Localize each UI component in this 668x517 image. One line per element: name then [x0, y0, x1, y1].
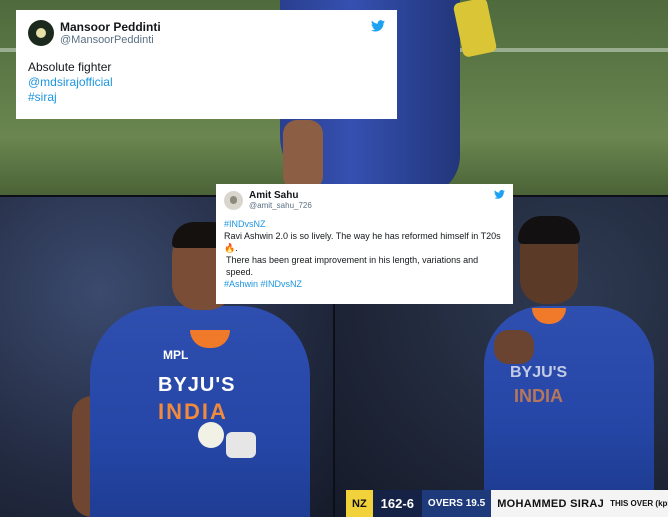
tweet-author-handle[interactable]: @amit_sahu_726: [249, 201, 312, 210]
tweet-body: #INDvsNZ Ravi Ashwin 2.0 is so lively. T…: [224, 218, 505, 290]
batting-team: NZ: [346, 490, 373, 517]
bowler-panel: MOHAMMED SIRAJ THIS OVER (kph): [491, 490, 668, 517]
jersey-country: INDIA: [158, 399, 228, 424]
tweet-hashtag-link[interactable]: #siraj: [28, 90, 385, 105]
tweet-header: Amit Sahu @amit_sahu_726: [224, 190, 505, 210]
tweet-author-name[interactable]: Amit Sahu: [249, 190, 312, 201]
tweet-header: Mansoor Peddinti @MansoorPeddinti: [28, 20, 385, 46]
cricket-ball: [198, 422, 224, 448]
this-over-label: THIS OVER (kph): [610, 499, 668, 508]
tweet-card-mansoor[interactable]: Mansoor Peddinti @MansoorPeddinti Absolu…: [16, 10, 397, 119]
avatar[interactable]: [28, 20, 54, 46]
bowler-name: MOHAMMED SIRAJ: [497, 497, 605, 510]
twitter-bird-icon[interactable]: [494, 190, 505, 199]
tweet-hashtag-link[interactable]: #INDvsNZ: [224, 218, 505, 230]
tweet-mention-link[interactable]: @mdsirajofficial: [28, 75, 385, 90]
tweet-text: There has been great improvement in his …: [226, 255, 479, 277]
tweet-author-name[interactable]: Mansoor Peddinti: [60, 20, 161, 34]
tweet-text: Ravi Ashwin 2.0 is so lively. The way he…: [224, 231, 501, 253]
jersey-brand: BYJU'S: [158, 374, 236, 396]
team-score: 162-6: [372, 490, 422, 517]
overs-count: OVERS 19.5: [421, 490, 492, 517]
player-hand: [283, 120, 323, 190]
tweet-card-amit[interactable]: Amit Sahu @amit_sahu_726 #INDvsNZ Ravi A…: [216, 184, 513, 304]
avatar[interactable]: [224, 190, 243, 210]
twitter-bird-icon[interactable]: [371, 20, 385, 32]
player-hair: [518, 216, 580, 244]
finger-tape: [226, 432, 256, 458]
tweet-body: Absolute fighter @mdsirajofficial #siraj: [28, 60, 385, 105]
tweet-author-handle[interactable]: @MansoorPeddinti: [60, 34, 161, 46]
tweet-text: Absolute fighter: [28, 60, 112, 74]
player-hand: [494, 330, 534, 364]
jersey-sponsor: MPL: [163, 348, 189, 362]
jersey-country: INDIA: [514, 386, 563, 406]
tv-scorebar: NZ 162-6 OVERS 19.5 MOHAMMED SIRAJ THIS …: [346, 490, 668, 517]
tweet-hashtag-link[interactable]: #Ashwin #INDvsNZ: [224, 278, 505, 290]
jersey-brand: BYJU'S: [510, 364, 568, 381]
